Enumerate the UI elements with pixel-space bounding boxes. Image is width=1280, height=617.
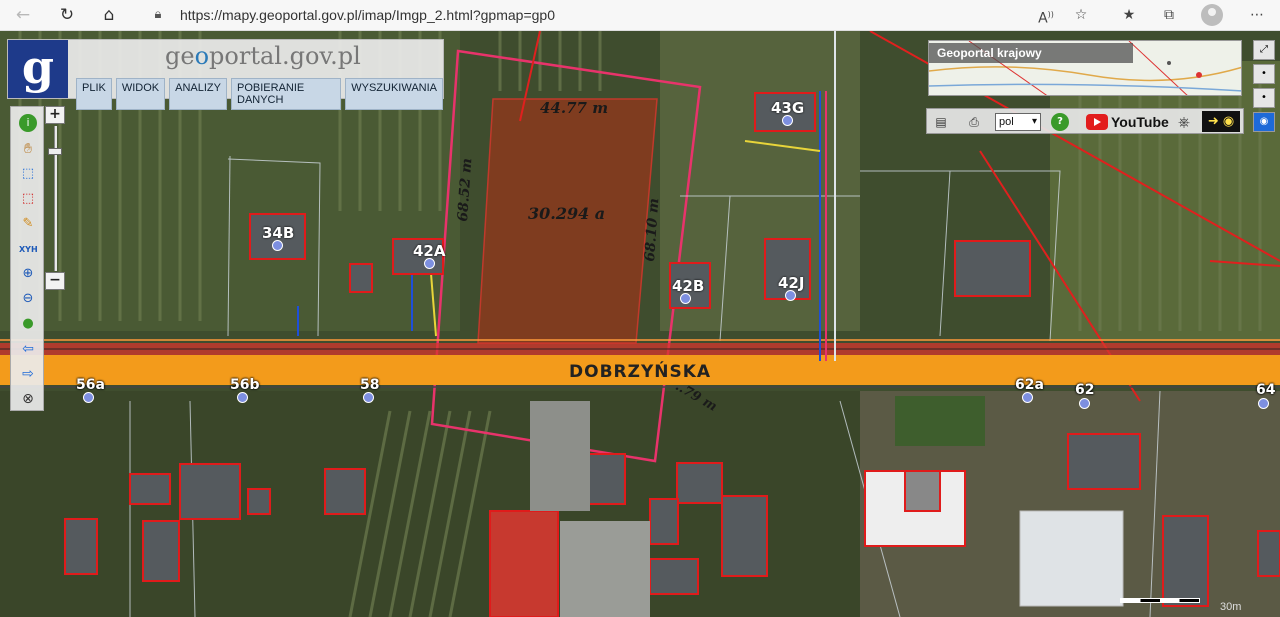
pan-hand-icon[interactable]: ✋︎ [19,140,37,158]
layer-dot-icon[interactable]: • [1253,64,1275,84]
address-point-marker[interactable] [363,392,374,403]
menu-wyszukiwania[interactable]: WYSZUKIWANIA [345,78,443,110]
back-arrow-icon[interactable]: ← [10,3,36,27]
address-label: 62 [1075,382,1095,398]
geoportal-header: g geoportal.gov.pl PLIK WIDOK ANALIZY PO… [7,39,444,110]
youtube-label: YouTube [1111,114,1169,130]
title-part: ge [165,42,195,70]
address-label: 56a [76,377,105,393]
visibility-eye-icon[interactable]: ◉ [1253,112,1275,132]
right-toolbar: ▤ ⎙ pol ? YouTube ⎈ ➜ ◉ [926,108,1244,134]
address-point-marker[interactable] [83,392,94,403]
zoom-minus-button[interactable]: − [45,272,65,290]
address-point-marker[interactable] [1258,398,1269,409]
contrast-mode-button[interactable]: ➜ ◉ [1202,111,1240,132]
address-bar[interactable]: https://mapy.geoportal.gov.pl/imap/Imgp_… [180,5,555,25]
layer-dot-icon[interactable]: • [1253,88,1275,108]
street-name-label: DOBRZYŃSKA [569,362,712,382]
youtube-icon [1086,114,1108,130]
next-view-icon[interactable]: ⇨ [19,365,37,383]
read-aloud-icon[interactable]: A)) [1033,3,1059,27]
clear-map-icon[interactable]: ⊗ [19,390,37,408]
address-label: 42B [672,277,705,295]
overview-title: Geoportal krajowy [929,43,1133,63]
collections-icon[interactable]: ⧉ [1156,3,1182,27]
select-remove-icon[interactable]: ⬚ [19,190,37,208]
info-icon[interactable]: i [19,114,37,132]
right-side-controls: ⤢ • • ◉ [1253,40,1275,135]
youtube-link[interactable]: YouTube [1086,113,1169,131]
scale-label: 30m [1220,601,1242,613]
xyh-coordinates-button[interactable]: XYH [19,241,38,259]
menu-plik[interactable]: PLIK [76,78,112,110]
address-point-marker[interactable] [237,392,248,403]
map-viewport[interactable]: DOBRZYŃSKA 44.77 m 30.294 a 68.52 m 68.1… [0,31,1280,617]
address-label: 56b [230,377,260,393]
address-point-marker[interactable] [782,115,793,126]
menu-widok[interactable]: WIDOK [115,78,166,110]
measure-pencil-icon[interactable]: ✎ [19,215,37,233]
accessibility-icon[interactable]: ⎈ [1175,113,1193,131]
select-area-icon[interactable]: ⬚ [19,165,37,183]
address-label: 64 [1256,382,1276,398]
reload-icon[interactable]: ↻ [54,3,80,27]
expand-panel-icon[interactable]: ⤢ [1253,40,1275,60]
main-menu: PLIK WIDOK ANALIZY POBIERANIE DANYCH WYS… [76,78,443,110]
address-point-marker[interactable] [680,293,691,304]
overview-map[interactable]: Geoportal krajowy [928,40,1242,96]
favorites-icon[interactable]: ★ [1116,3,1142,27]
title-part: portal.gov.pl [209,42,361,70]
zoom-out-icon[interactable]: ⊖ [19,290,37,308]
language-select[interactable]: pol [995,113,1041,131]
menu-analizy[interactable]: ANALIZY [169,78,227,110]
help-icon[interactable]: ? [1051,113,1069,131]
left-toolbar: i ✋︎ ⬚ ⬚ ✎ XYH ⊕ ⊖ ● ⇦ ⇨ ⊗ [10,106,44,411]
address-point-marker[interactable] [272,240,283,251]
address-point-marker[interactable] [424,258,435,269]
geoportal-title: geoportal.gov.pl [165,42,361,70]
add-favorite-icon[interactable]: ☆ [1068,3,1094,27]
address-label: 58 [360,377,380,393]
address-point-marker[interactable] [785,290,796,301]
address-point-marker[interactable] [1079,398,1090,409]
geoportal-logo[interactable]: g [8,40,68,98]
home-icon[interactable]: ⌂ [96,3,122,27]
address-label: 62a [1015,377,1044,393]
address-point-marker[interactable] [1022,392,1033,403]
browser-toolbar: ← ↻ ⌂ 🔒︎ https://mapy.geoportal.gov.pl/i… [0,0,1280,31]
menu-pobieranie-danych[interactable]: POBIERANIE DANYCH [231,78,342,110]
print-icon[interactable]: ⎙ [965,113,983,131]
parcel-top-length: 44.77 m [540,99,609,117]
scale-bar [1120,598,1200,603]
lock-icon[interactable]: 🔒︎ [150,5,166,25]
title-accent: o [194,42,210,70]
zoom-plus-button[interactable]: + [45,106,65,124]
zoom-in-icon[interactable]: ⊕ [19,265,37,283]
legend-icon[interactable]: ▤ [932,113,950,131]
globe-full-extent-icon[interactable]: ● [19,315,37,333]
previous-view-icon[interactable]: ⇦ [19,340,37,358]
zoom-handle[interactable] [48,148,62,155]
zoom-slider: + − [45,106,65,290]
parcel-area-label: 30.294 a [528,204,606,223]
more-menu-icon[interactable]: ⋯ [1244,3,1270,27]
profile-avatar[interactable] [1201,4,1223,26]
